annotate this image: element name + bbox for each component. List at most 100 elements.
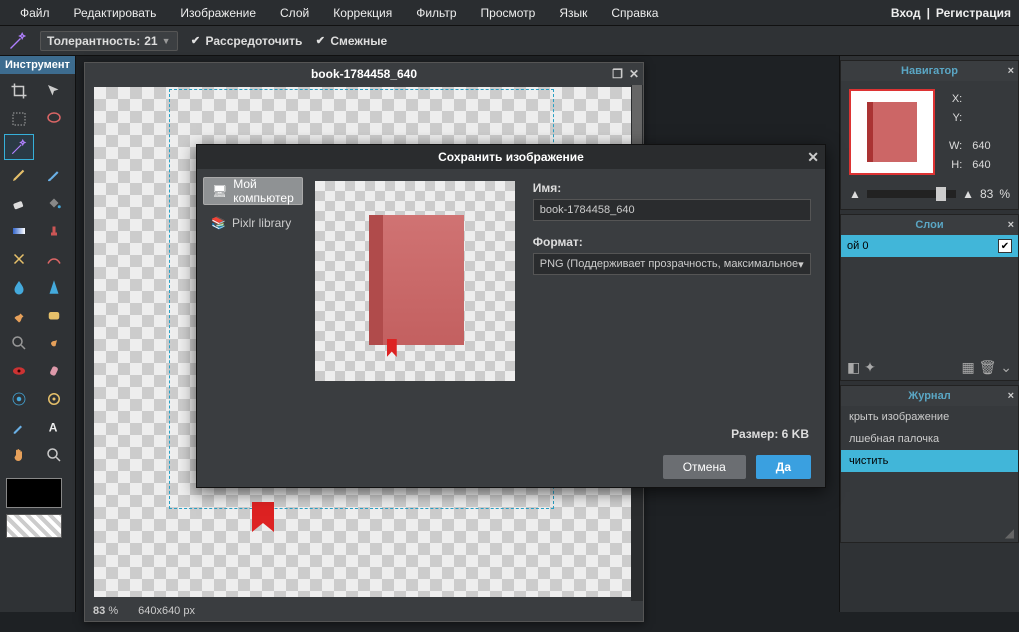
login-link[interactable]: Вход — [891, 6, 921, 20]
caret-down-icon: ▾ — [798, 258, 804, 271]
navigator-thumbnail[interactable] — [849, 89, 935, 175]
status-zoom: 83 — [93, 605, 105, 617]
tool-crop[interactable] — [4, 78, 34, 104]
auth-sep: | — [921, 6, 936, 20]
nav-zoom-value: 83 — [980, 187, 993, 201]
tool-eyedropper[interactable] — [4, 414, 34, 440]
menu-adjust[interactable]: Коррекция — [321, 0, 404, 26]
caret-down-icon: ▼ — [162, 36, 171, 46]
tab-my-computer[interactable]: 🖥 Мой компьютер — [203, 177, 303, 205]
tool-bucket[interactable] — [39, 190, 69, 216]
format-value: PNG (Поддерживает прозрачность, максимал… — [540, 258, 798, 270]
tool-dodge[interactable] — [4, 330, 34, 356]
menubar: Файл Редактировать Изображение Слой Корр… — [0, 0, 1019, 26]
layers-panel: Слои × ой 0 ✔ ◧ ✦ ▦ 🗑 ⌄ — [840, 214, 1019, 381]
menu-layer[interactable]: Слой — [268, 0, 321, 26]
menu-lang[interactable]: Язык — [547, 0, 599, 26]
book-icon: 📚 — [211, 216, 226, 230]
save-dialog: Сохранить изображение ✕ 🖥 Мой компьютер … — [196, 144, 826, 488]
tool-lasso[interactable] — [39, 106, 69, 132]
layer-ops-right[interactable]: ▦ 🗑 ⌄ — [961, 359, 1012, 376]
tool-eraser[interactable] — [4, 190, 34, 216]
tool-wand[interactable] — [4, 134, 34, 160]
menu-file[interactable]: Файл — [8, 0, 62, 26]
size-label: Размер: 6 KB — [731, 427, 809, 441]
tool-zoom[interactable] — [39, 442, 69, 468]
tab-my-label: Мой компьютер — [233, 177, 294, 205]
tool-stamp[interactable] — [39, 218, 69, 244]
tool-type[interactable]: A — [39, 414, 69, 440]
menu-help[interactable]: Справка — [599, 0, 670, 26]
ok-button[interactable]: Да — [756, 455, 811, 479]
zoom-in-icon[interactable]: ▲ — [962, 187, 974, 201]
tool-move[interactable] — [39, 78, 69, 104]
tool-pencil[interactable] — [4, 162, 34, 188]
close-icon[interactable]: × — [1008, 219, 1014, 231]
zoom-slider[interactable] — [867, 190, 956, 198]
contiguous-checkbox[interactable]: ✔ Смежные — [314, 34, 387, 48]
status-zoom-pct: % — [108, 605, 118, 617]
tool-empty — [39, 134, 69, 160]
close-icon[interactable]: × — [1008, 390, 1014, 402]
right-panels: Навигатор × X: Y: W:640 H:640 ▲ ▲ 83 % — [839, 56, 1019, 612]
status-dimensions: 640x640 px — [138, 605, 195, 617]
close-icon[interactable]: ✕ — [629, 67, 639, 81]
name-input[interactable] — [533, 199, 811, 221]
history-item[interactable]: чистить — [841, 450, 1018, 472]
check-icon: ✔ — [190, 35, 202, 47]
tool-gradient[interactable] — [4, 218, 34, 244]
format-select[interactable]: PNG (Поддерживает прозрачность, максимал… — [533, 253, 811, 275]
cancel-button[interactable]: Отмена — [663, 455, 746, 479]
tolerance-field[interactable]: Толерантность: 21 ▼ — [40, 31, 178, 51]
tool-marquee[interactable] — [4, 106, 34, 132]
tool-heal[interactable] — [39, 358, 69, 384]
layer-row[interactable]: ой 0 ✔ — [841, 235, 1018, 257]
tool-pinch[interactable] — [39, 386, 69, 412]
monitor-icon: 🖥 — [212, 184, 227, 198]
scatter-checkbox[interactable]: ✔ Рассредоточить — [190, 34, 303, 48]
format-label: Формат: — [533, 235, 811, 249]
resize-grip-icon[interactable]: ◢ — [841, 526, 1018, 542]
register-link[interactable]: Регистрация — [936, 6, 1011, 20]
tool-hand[interactable] — [4, 442, 34, 468]
tolerance-value: 21 — [144, 34, 157, 48]
menu-view[interactable]: Просмотр — [469, 0, 548, 26]
layer-visibility-checkbox[interactable]: ✔ — [998, 239, 1012, 253]
layer-name: ой 0 — [847, 240, 868, 252]
tool-blur[interactable] — [4, 274, 34, 300]
tool-brush[interactable] — [39, 162, 69, 188]
menu-edit[interactable]: Редактировать — [62, 0, 169, 26]
document-titlebar[interactable]: book-1784458_640 ❐ ✕ — [85, 63, 643, 85]
close-icon[interactable]: × — [1008, 65, 1014, 77]
menu-image[interactable]: Изображение — [168, 0, 268, 26]
tool-draw[interactable] — [39, 246, 69, 272]
tool-redeye[interactable] — [4, 358, 34, 384]
tool-sharpen[interactable] — [39, 274, 69, 300]
contiguous-label: Смежные — [330, 34, 387, 48]
close-icon[interactable]: ✕ — [807, 149, 819, 166]
tab-pixlr-library[interactable]: 📚 Pixlr library — [203, 209, 303, 237]
layer-ops-left[interactable]: ◧ ✦ — [847, 359, 876, 376]
tool-sponge[interactable] — [39, 302, 69, 328]
preview-thumbnail — [315, 181, 515, 381]
tab-pixlr-label: Pixlr library — [232, 216, 291, 230]
dialog-titlebar[interactable]: Сохранить изображение ✕ — [197, 145, 825, 169]
tool-replace-color[interactable] — [4, 246, 34, 272]
history-panel: Журнал× крыть изображение лшебная палочк… — [840, 385, 1019, 543]
zoom-out-icon[interactable]: ▲ — [849, 187, 861, 201]
palette-swatch[interactable] — [6, 514, 62, 538]
tool-bloat[interactable] — [4, 386, 34, 412]
menu-filter[interactable]: Фильтр — [404, 0, 468, 26]
foreground-swatch[interactable] — [6, 478, 62, 508]
toolbox-header: Инструмент — [0, 56, 75, 74]
navigator-info: X: Y: W:640 H:640 — [943, 89, 997, 175]
tool-smudge[interactable] — [4, 302, 34, 328]
restore-icon[interactable]: ❐ — [612, 67, 623, 81]
history-item[interactable]: лшебная палочка — [841, 428, 1018, 450]
layers-title: Слои — [915, 219, 943, 231]
tool-burn[interactable] — [39, 330, 69, 356]
name-label: Имя: — [533, 181, 811, 195]
check-icon: ✔ — [314, 35, 326, 47]
dialog-title: Сохранить изображение — [438, 150, 584, 164]
history-item[interactable]: крыть изображение — [841, 406, 1018, 428]
